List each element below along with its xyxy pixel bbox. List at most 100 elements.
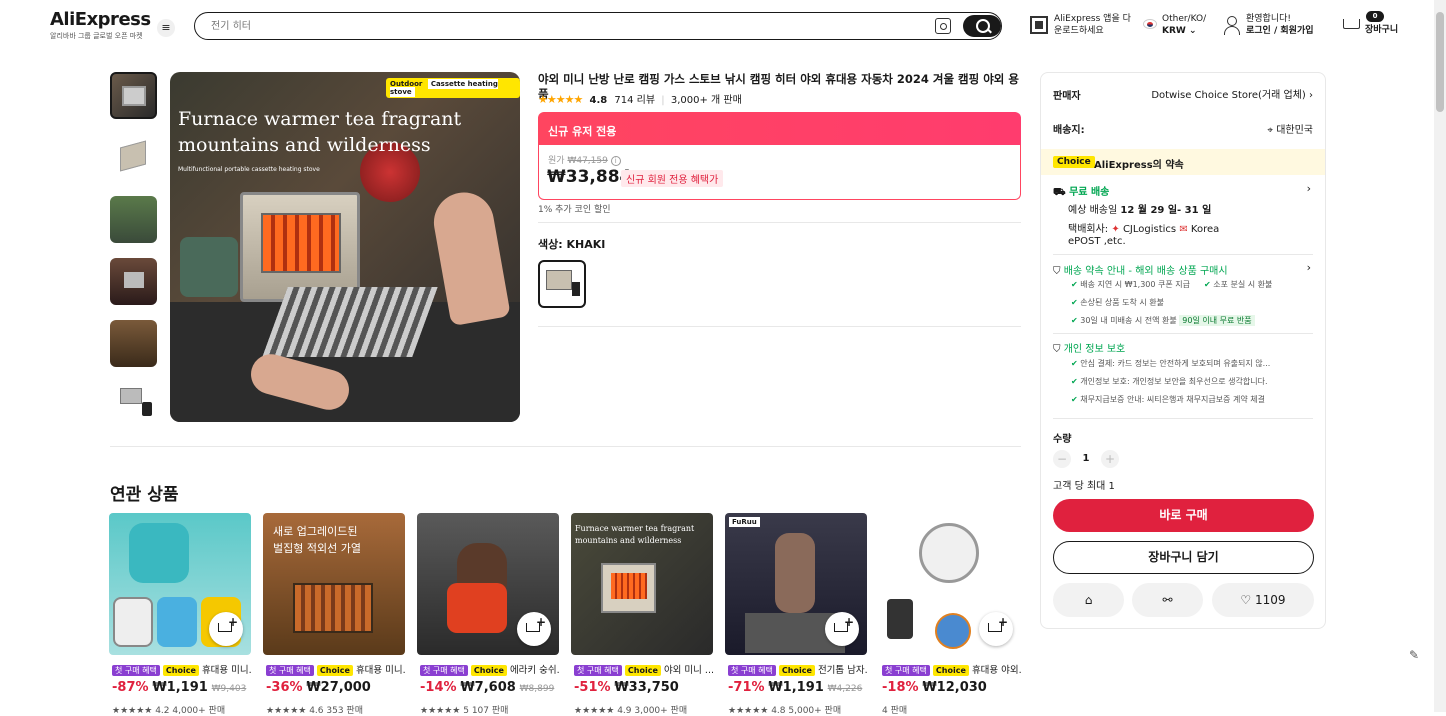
locale-line1: Other/KO/ — [1162, 14, 1207, 24]
search-input[interactable] — [211, 17, 911, 35]
divider — [1053, 418, 1313, 419]
choice-promise-bar: Choice AliExpress의 약속 — [1041, 149, 1325, 175]
ship-to-selector[interactable]: ⌖ 대한민국 — [1267, 121, 1313, 136]
guarantee-text: 30일 내 미배송 시 전액 환불 — [1080, 316, 1177, 325]
thumbnail-5[interactable] — [110, 320, 157, 367]
seller-name[interactable]: Dotwise Choice Store(거래 업체) — [1151, 90, 1306, 101]
product-image[interactable]: FuRuu — [725, 513, 867, 655]
discount-percent: -36% — [266, 680, 303, 695]
chevron-right-icon[interactable]: › — [1307, 182, 1311, 195]
search-bar — [194, 12, 1002, 40]
choice-badge: Choice — [1053, 156, 1095, 168]
info-icon[interactable]: i — [610, 156, 621, 166]
edit-icon[interactable]: ✎ — [1409, 648, 1419, 662]
review-count[interactable]: 714 리뷰 — [614, 95, 655, 106]
quantity-increase-button[interactable]: + — [1101, 450, 1119, 468]
free-return-badge: 90일 이내 무료 반품 — [1179, 315, 1255, 326]
user-icon[interactable] — [1223, 16, 1240, 35]
related-product-price-row: -87% ₩1,191 ₩9,403 — [112, 680, 246, 695]
product-image[interactable] — [879, 513, 1021, 655]
cart-icon[interactable] — [1340, 16, 1362, 34]
related-product-name-row[interactable]: 첫 구매 혜택 Choice 휴대용 미니... — [112, 662, 252, 676]
login-link[interactable]: 로그인 / 회원가입 — [1246, 25, 1314, 37]
related-product-name-row[interactable]: 첫 구매 혜택 Choice 야외 미니 ... — [574, 662, 714, 676]
related-product-name[interactable]: 휴대용 미니... — [202, 665, 252, 676]
first-purchase-badge: 첫 구매 혜택 — [266, 665, 314, 676]
rating-value: 4.8 — [589, 95, 608, 106]
search-button[interactable] — [963, 15, 1001, 37]
menu-icon[interactable]: ≡ — [157, 19, 175, 37]
product-image-text: Furnace warmer tea fragrant mountains an… — [575, 523, 694, 547]
heater-shape — [601, 563, 656, 613]
scrollbar-thumb[interactable] — [1436, 12, 1444, 112]
locale-selector[interactable]: Other/KO/ KRW ⌄ — [1162, 13, 1206, 37]
related-product-price-row: -71% ₩1,191 ₩4,226 — [728, 680, 862, 695]
related-product-name-row[interactable]: 첫 구매 혜택 Choice 에라키 숭쉬... — [420, 662, 560, 676]
heart-icon: ♡ — [1240, 593, 1252, 607]
add-to-cart-icon[interactable] — [825, 612, 859, 646]
related-original-price: ₩8,899 — [519, 684, 555, 694]
ship-to-value[interactable]: 대한민국 — [1276, 125, 1313, 136]
qr-code-icon[interactable] — [1030, 16, 1048, 34]
carrier-cj: CJLogistics — [1122, 224, 1177, 235]
related-original-price: ₩9,403 — [211, 684, 247, 694]
discount-percent: -87% — [112, 680, 149, 695]
related-product-name[interactable]: 휴대용 미니... — [356, 665, 406, 676]
free-shipping-row[interactable]: ⛟ 무료 배송 — [1053, 183, 1109, 200]
related-product-name[interactable]: 전기톱 남자... — [818, 665, 868, 676]
cart-label[interactable]: 장바구니 — [1365, 24, 1398, 36]
related-product-name-row[interactable]: 첫 구매 혜택 Choice 휴대용 야외... — [882, 662, 1022, 676]
rating-stars: ★★★★★ — [538, 93, 583, 106]
related-product-name[interactable]: 야외 미니 ... — [664, 665, 714, 676]
color-option-khaki[interactable] — [538, 260, 586, 308]
product-image[interactable]: 새로 업그레이드된 벌집형 적외선 가열 — [263, 513, 405, 655]
app-download-link[interactable]: AliExpress 앱을 다 운로드하세요 — [1054, 13, 1131, 37]
related-product-name[interactable]: 휴대용 야외... — [972, 665, 1022, 676]
guarantee-text: 배송 지연 시 ₩1,300 쿠폰 지급 — [1080, 280, 1191, 289]
buy-now-button[interactable]: 바로 구매 — [1053, 499, 1314, 532]
thumbnail-2[interactable] — [110, 134, 157, 181]
check-icon: ✔ — [1071, 316, 1078, 325]
product-image[interactable] — [109, 513, 251, 655]
thumbnail-6[interactable] — [110, 382, 157, 422]
image-text-line2: mountains and wilderness — [575, 536, 682, 545]
thumbnail-4[interactable] — [110, 258, 157, 305]
product-image[interactable]: Furnace warmer tea fragrant mountains an… — [571, 513, 713, 655]
seller-link[interactable]: Dotwise Choice Store(거래 업체) › — [1151, 86, 1313, 101]
quantity-value[interactable]: 1 — [1081, 453, 1091, 464]
guarantee-text: 손상된 상품 도착 시 환불 — [1080, 298, 1165, 307]
add-to-cart-icon[interactable] — [209, 612, 243, 646]
privacy-row[interactable]: ⛉ 개인 정보 보호 — [1053, 340, 1125, 355]
add-to-cart-icon[interactable] — [979, 612, 1013, 646]
related-product-rating-row: ★★★★★ 4.8 5,000+ 판매 — [728, 703, 841, 716]
guarantee-row[interactable]: ⛉ 배송 약속 안내 - 해외 배송 상품 구매시 — [1053, 262, 1228, 277]
carrier-korea: Korea — [1190, 224, 1220, 235]
related-product-name[interactable]: 에라키 숭쉬... — [510, 665, 560, 676]
related-product-name-row[interactable]: 첫 구매 혜택 Choice 전기톱 남자... — [728, 662, 868, 676]
camera-search-icon[interactable] — [935, 18, 951, 34]
chevron-right-icon: › — [1309, 90, 1313, 101]
divider — [1053, 254, 1313, 255]
color-swatch-heater — [546, 270, 572, 290]
add-to-cart-icon[interactable] — [517, 612, 551, 646]
account-link[interactable]: 환영합니다! 로그인 / 회원가입 — [1246, 13, 1314, 37]
guarantee-item: ✔ 30일 내 미배송 시 전액 환불 90일 이내 무료 반품 — [1071, 315, 1255, 326]
thumbnail-1[interactable] — [110, 72, 157, 119]
separator: | — [661, 95, 665, 106]
chevron-right-icon[interactable]: › — [1307, 261, 1311, 274]
wishlist-button[interactable]: ♡ 1109 — [1212, 583, 1314, 617]
divider — [1053, 333, 1313, 334]
thumbnail-3[interactable] — [110, 196, 157, 243]
purchase-panel: 판매자 Dotwise Choice Store(거래 업체) › 배송지: ⌖… — [1040, 72, 1326, 629]
heater-thumb-shape — [120, 140, 146, 172]
share-button[interactable]: ⚯ — [1132, 583, 1203, 617]
aliexpress-logo[interactable]: AliExpress — [50, 9, 151, 30]
related-product-name-row[interactable]: 첫 구매 혜택 Choice 휴대용 미니... — [266, 662, 406, 676]
privacy-item: ✔ 채무지급보증 안내: 씨티은행과 채무지급보증 계약 체결 — [1071, 394, 1265, 405]
promo-banner: 신규 유저 전용 — [538, 112, 1021, 145]
store-button[interactable]: ⌂ — [1053, 583, 1124, 617]
quantity-decrease-button[interactable]: − — [1053, 450, 1071, 468]
main-product-image[interactable]: Outdoor Cassette heating stove Furnace w… — [170, 72, 520, 422]
add-to-cart-button[interactable]: 장바구니 담기 — [1053, 541, 1314, 574]
product-image[interactable] — [417, 513, 559, 655]
